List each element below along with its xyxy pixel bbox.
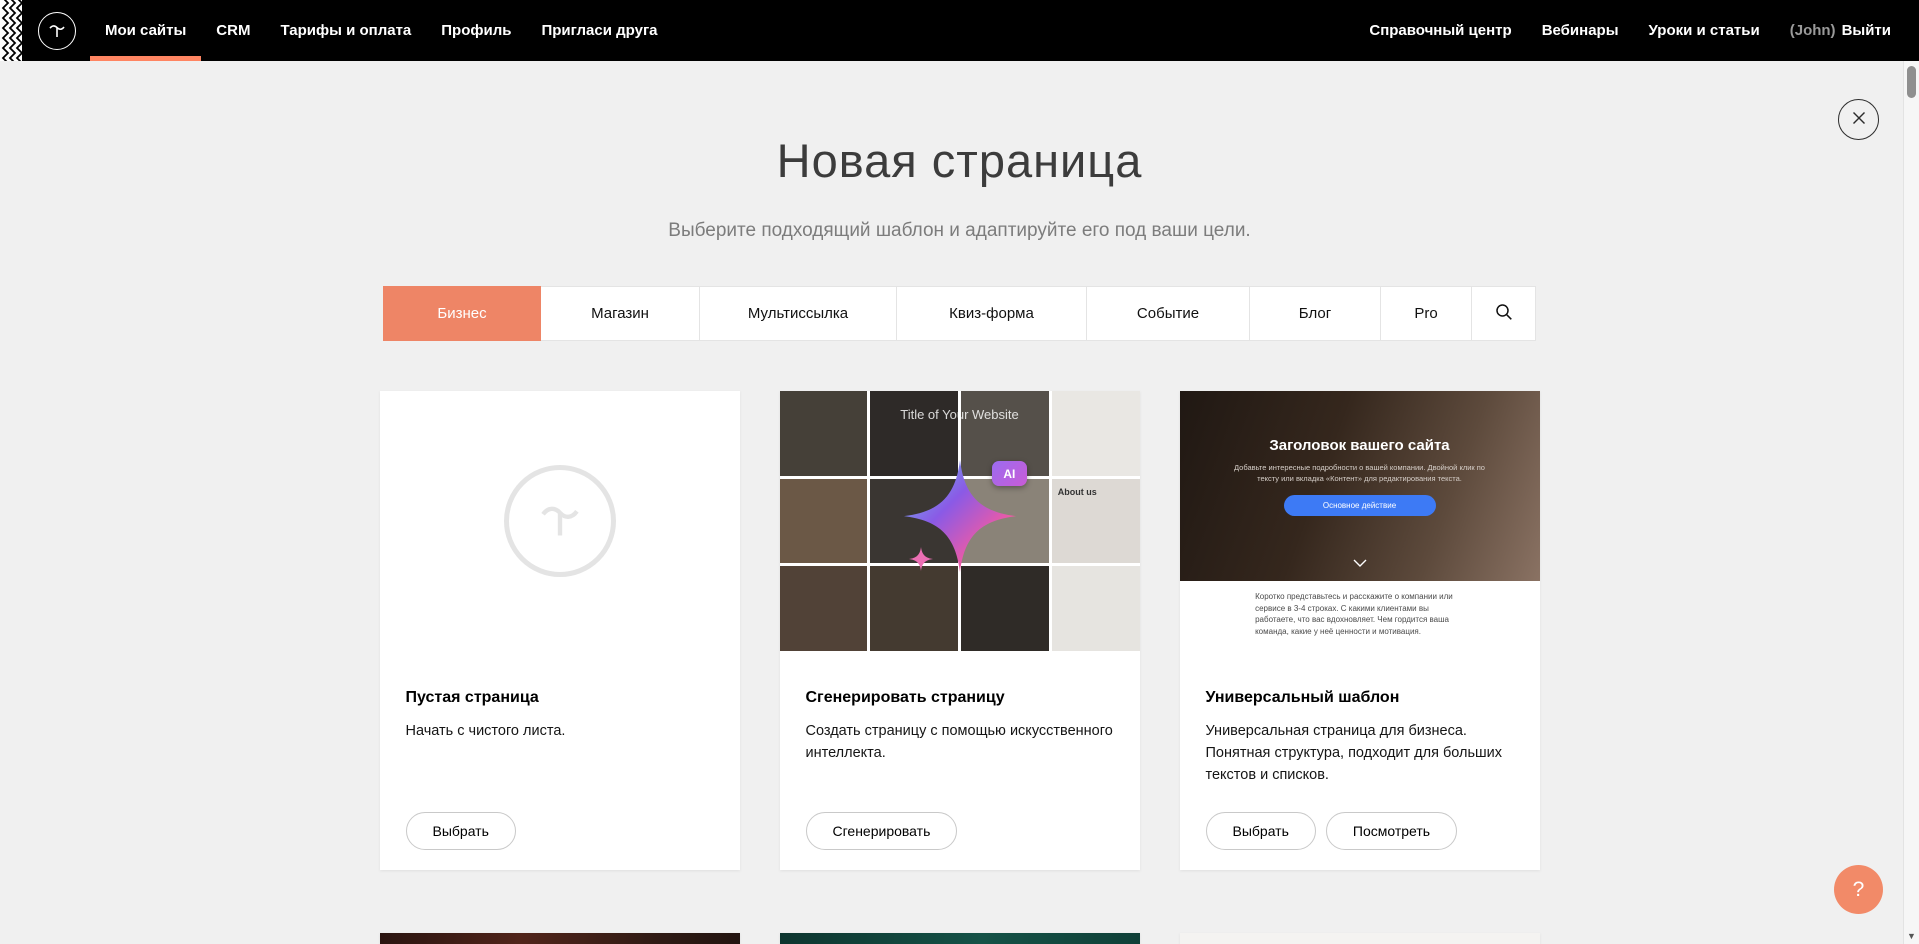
blank-page-preview [380,391,740,651]
preview-hero-title: Заголовок вашего сайта [1180,391,1540,454]
template-category-tabs: Бизнес Магазин Мультиссылка Квиз-форма С… [383,286,1536,341]
nav-item-invite-friend[interactable]: Пригласи друга [526,0,672,61]
card-description: Универсальная страница для бизнеса. Поня… [1206,721,1514,786]
tab-multilink[interactable]: Мультиссылка [700,286,897,341]
tab-business[interactable]: Бизнес [383,286,541,341]
preview-site-title: Title of Your Website [780,407,1140,422]
ai-sparkle-small-icon [909,547,933,576]
search-icon [1495,303,1513,325]
page-title: Новая страница [0,61,1919,188]
ai-preview-image: About us Title of Your Website [780,391,1140,651]
template-card-blank: Пустая страница Начать с чистого листа. … [380,391,740,870]
preview-hero-text: Добавьте интересные подробности о вашей … [1226,462,1492,485]
choose-button[interactable]: Выбрать [1206,812,1316,850]
card-description: Создать страницу с помощью искусственног… [806,721,1114,765]
template-card-ai-generate: About us Title of Your Website [780,391,1140,870]
card-description: Начать с чистого листа. [406,721,714,743]
template-preview-image [380,933,740,944]
new-page-dialog: Новая страница Выберите подходящий шабло… [0,61,1919,944]
template-grid: Пустая страница Начать с чистого листа. … [380,391,1540,944]
help-button[interactable]: ? [1834,865,1883,914]
nav-item-profile[interactable]: Профиль [426,0,526,61]
zigzag-decoration [0,0,22,61]
card-title: Пустая страница [406,689,714,707]
close-icon [1851,110,1867,129]
main-nav: Мои сайты CRM Тарифы и оплата Профиль Пр… [90,0,673,61]
question-mark-icon: ? [1853,878,1865,902]
nav-item-logout[interactable]: (John) Выйти [1775,0,1891,61]
nav-item-lessons[interactable]: Уроки и статьи [1634,0,1775,61]
preview-hero: Заголовок вашего сайта Добавьте интересн… [1180,391,1540,581]
chevron-down-icon [1353,554,1367,572]
nav-item-crm[interactable]: CRM [201,0,265,61]
view-button[interactable]: Посмотреть [1326,812,1457,850]
tilda-logo[interactable] [38,0,76,61]
template-card-universal: Заголовок вашего сайта Добавьте интересн… [1180,391,1540,870]
choose-button[interactable]: Выбрать [406,812,516,850]
scrollbar-down-arrow[interactable]: ▼ [1904,931,1919,941]
card-title: Универсальный шаблон [1206,689,1514,707]
template-card-partial [1180,933,1540,944]
universal-template-preview: Заголовок вашего сайта Добавьте интересн… [1180,391,1540,651]
nav-item-tariffs[interactable]: Тарифы и оплата [265,0,426,61]
nav-item-my-sites[interactable]: Мои сайты [90,0,201,61]
scrollbar-thumb[interactable] [1907,66,1916,98]
preview-hero-button: Основное действие [1284,495,1436,516]
tab-blog[interactable]: Блог [1250,286,1381,341]
template-preview-image [780,933,1140,944]
nav-item-help-center[interactable]: Справочный центр [1354,0,1526,61]
scrollbar[interactable]: ▼ [1903,61,1919,944]
tilda-logo-icon [38,12,76,50]
tab-quiz-form[interactable]: Квиз-форма [897,286,1087,341]
collage-tile-label: About us [1052,479,1140,564]
logout-label: Выйти [1842,22,1891,39]
tab-pro[interactable]: Pro [1381,286,1472,341]
tilda-watermark-icon [504,465,616,577]
ai-badge: AI [992,461,1027,486]
top-navigation-bar: Мои сайты CRM Тарифы и оплата Профиль Пр… [0,0,1919,61]
tab-event[interactable]: Событие [1087,286,1250,341]
template-card-partial [780,933,1140,944]
close-button[interactable] [1838,99,1879,140]
template-preview-image [1180,933,1540,944]
generate-button[interactable]: Сгенерировать [806,812,958,850]
secondary-nav: Справочный центр Вебинары Уроки и статьи… [1354,0,1891,61]
tab-search[interactable] [1472,286,1536,341]
user-name: (John) [1790,22,1836,39]
card-title: Сгенерировать страницу [806,689,1114,707]
tab-shop[interactable]: Магазин [541,286,700,341]
preview-text-section: Коротко представьтесь и расскажите о ком… [1180,581,1540,651]
nav-item-webinars[interactable]: Вебинары [1527,0,1634,61]
template-card-partial [380,933,740,944]
preview-paragraph: Коротко представьтесь и расскажите о ком… [1255,591,1464,651]
page-subtitle: Выберите подходящий шаблон и адаптируйте… [0,220,1919,242]
